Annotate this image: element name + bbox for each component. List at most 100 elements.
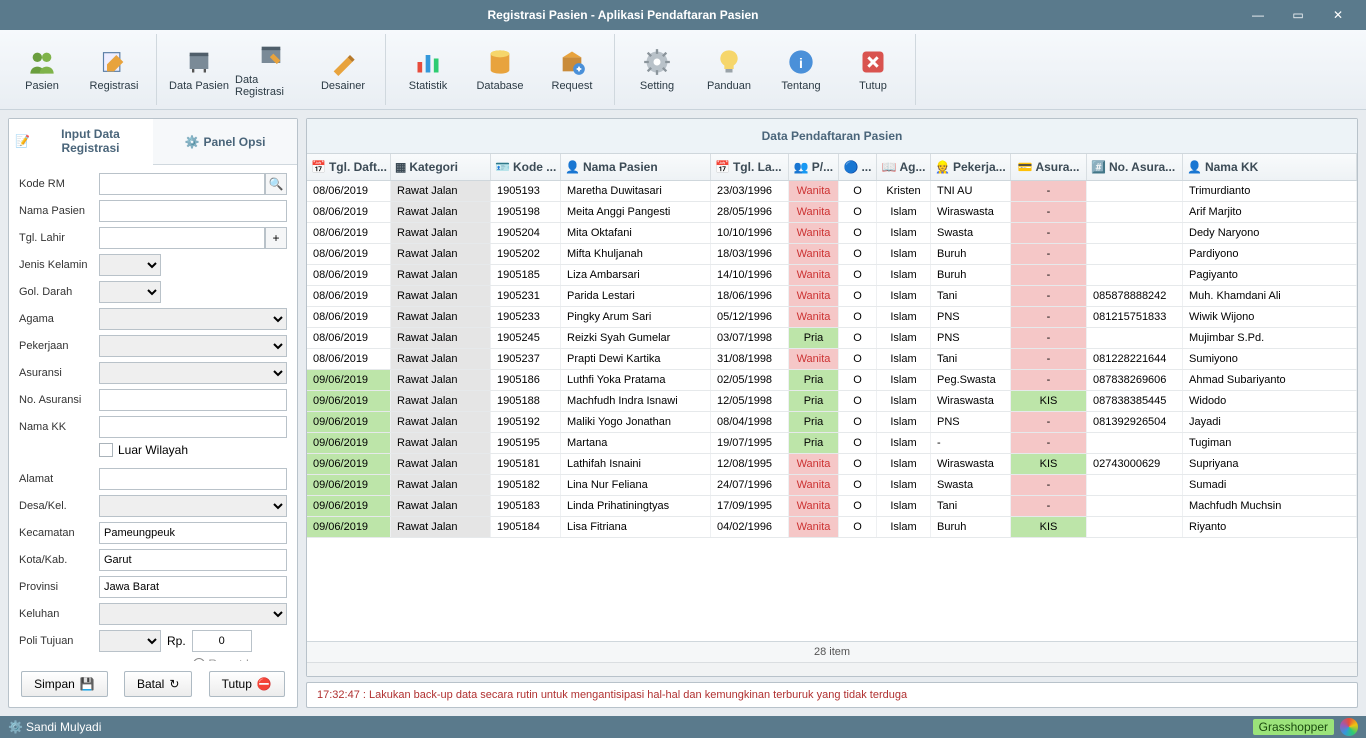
cell-asuransi: - <box>1011 370 1087 390</box>
desa-select[interactable] <box>99 495 287 517</box>
cell-tgl: 08/06/2019 <box>307 244 391 264</box>
tutup-icon <box>859 48 887 76</box>
pekerjaan-select[interactable] <box>99 335 287 357</box>
ribbon-statistik-button[interactable]: Statistik <box>392 34 464 105</box>
cell-pw: Wanita <box>789 496 839 516</box>
minimize-button[interactable]: — <box>1238 8 1278 22</box>
col-gol[interactable]: 🔵... <box>839 154 877 180</box>
message-bar: 17:32:47 : Lakukan back-up data secara r… <box>306 682 1358 708</box>
table-row[interactable]: 09/06/2019Rawat Jalan1905188Machfudh Ind… <box>307 391 1357 412</box>
col-pekerjaan[interactable]: 👷Pekerja... <box>931 154 1011 180</box>
cell-nama: Lathifah Isnaini <box>561 454 711 474</box>
cell-pw: Wanita <box>789 307 839 327</box>
ribbon-database-button[interactable]: Database <box>464 34 536 105</box>
simpan-button[interactable]: Simpan💾 <box>21 671 108 697</box>
cell-nama-kk: Trimurdianto <box>1183 181 1357 201</box>
pasien-icon <box>28 48 56 76</box>
col-nama-pasien[interactable]: 👤Nama Pasien <box>561 154 711 180</box>
desainer-icon <box>329 48 357 76</box>
ribbon-tutup-button[interactable]: Tutup <box>837 34 909 105</box>
cell-pekerjaan: Buruh <box>931 265 1011 285</box>
col-kategori[interactable]: ▦Kategori <box>391 154 491 180</box>
cell-pw: Wanita <box>789 223 839 243</box>
poli-tujuan-select[interactable] <box>99 630 161 652</box>
alamat-field[interactable] <box>99 468 287 490</box>
table-row[interactable]: 08/06/2019Rawat Jalan1905231Parida Lesta… <box>307 286 1357 307</box>
ribbon-request-button[interactable]: Request <box>536 34 608 105</box>
table-row[interactable]: 08/06/2019Rawat Jalan1905245Reizki Syah … <box>307 328 1357 349</box>
cell-agama: Islam <box>877 475 931 495</box>
jenis-kelamin-select[interactable] <box>99 254 161 276</box>
cell-nama: Luthfi Yoka Pratama <box>561 370 711 390</box>
tutup-button[interactable]: Tutup⛔ <box>209 671 285 697</box>
col-agama[interactable]: 📖Ag... <box>877 154 931 180</box>
refresh-icon: ↻ <box>169 677 179 691</box>
col-pw[interactable]: 👥P/... <box>789 154 839 180</box>
ribbon-panduan-button[interactable]: Panduan <box>693 34 765 105</box>
table-row[interactable]: 08/06/2019Rawat Jalan1905237Prapti Dewi … <box>307 349 1357 370</box>
cell-asuransi: KIS <box>1011 454 1087 474</box>
horizontal-scrollbar[interactable] <box>307 662 1357 676</box>
col-asuransi[interactable]: 💳Asura... <box>1011 154 1087 180</box>
table-row[interactable]: 08/06/2019Rawat Jalan1905233Pingky Arum … <box>307 307 1357 328</box>
table-row[interactable]: 09/06/2019Rawat Jalan1905183Linda Prihat… <box>307 496 1357 517</box>
batal-button[interactable]: Batal↻ <box>124 671 192 697</box>
kecamatan-field[interactable] <box>99 522 287 544</box>
agama-select[interactable] <box>99 308 287 330</box>
cell-nama-kk: Dedy Naryono <box>1183 223 1357 243</box>
nama-pasien-field[interactable] <box>99 200 287 222</box>
table-row[interactable]: 09/06/2019Rawat Jalan1905192Maliki Yogo … <box>307 412 1357 433</box>
ribbon-dataregistrasi-button[interactable]: Data Registrasi <box>235 34 307 105</box>
table-row[interactable]: 09/06/2019Rawat Jalan1905195Martana19/07… <box>307 433 1357 454</box>
keluhan-select[interactable] <box>99 603 287 625</box>
asuransi-select[interactable] <box>99 362 287 384</box>
grid-body[interactable]: 08/06/2019Rawat Jalan1905193Maretha Duwi… <box>307 181 1357 641</box>
table-row[interactable]: 09/06/2019Rawat Jalan1905182Lina Nur Fel… <box>307 475 1357 496</box>
col-nama-kk[interactable]: 👤Nama KK <box>1183 154 1357 180</box>
table-row[interactable]: 08/06/2019Rawat Jalan1905193Maretha Duwi… <box>307 181 1357 202</box>
luar-wilayah-checkbox[interactable] <box>99 443 113 457</box>
nama-kk-field[interactable] <box>99 416 287 438</box>
cell-nama-kk: Sumadi <box>1183 475 1357 495</box>
cell-kode: 1905204 <box>491 223 561 243</box>
maximize-button[interactable]: ▭ <box>1278 8 1318 22</box>
ribbon: PasienRegistrasiData PasienData Registra… <box>0 30 1366 110</box>
col-kode[interactable]: 🪪Kode ... <box>491 154 561 180</box>
col-tgl-lahir[interactable]: 📅Tgl. La... <box>711 154 789 180</box>
table-row[interactable]: 09/06/2019Rawat Jalan1905186Luthfi Yoka … <box>307 370 1357 391</box>
rp-field[interactable] <box>192 630 252 652</box>
table-row[interactable]: 08/06/2019Rawat Jalan1905185Liza Ambarsa… <box>307 265 1357 286</box>
provinsi-field[interactable] <box>99 576 287 598</box>
label-jk: Jenis Kelamin <box>19 259 99 271</box>
table-row[interactable]: 08/06/2019Rawat Jalan1905198Meita Anggi … <box>307 202 1357 223</box>
cell-kode: 1905188 <box>491 391 561 411</box>
registration-form: Kode RM🔍 Nama Pasien Tgl. Lahir+ Jenis K… <box>9 165 297 661</box>
cell-nama: Lisa Fitriana <box>561 517 711 537</box>
search-kode-rm-button[interactable]: 🔍 <box>265 173 287 195</box>
table-row[interactable]: 09/06/2019Rawat Jalan1905184Lisa Fitrian… <box>307 517 1357 538</box>
col-no-asuransi[interactable]: #️⃣No. Asura... <box>1087 154 1183 180</box>
cell-agama: Kristen <box>877 181 931 201</box>
tab-panel-opsi[interactable]: ⚙️ Panel Opsi <box>153 119 297 164</box>
kode-rm-field[interactable] <box>99 173 265 195</box>
ribbon-desainer-button[interactable]: Desainer <box>307 34 379 105</box>
ribbon-tentang-button[interactable]: iTentang <box>765 34 837 105</box>
table-row[interactable]: 08/06/2019Rawat Jalan1905202Mifta Khulja… <box>307 244 1357 265</box>
tab-input-registrasi[interactable]: 📝 Input Data Registrasi <box>9 119 153 165</box>
no-asuransi-field[interactable] <box>99 389 287 411</box>
table-row[interactable]: 08/06/2019Rawat Jalan1905204Mita Oktafan… <box>307 223 1357 244</box>
gol-darah-select[interactable] <box>99 281 161 303</box>
table-row[interactable]: 09/06/2019Rawat Jalan1905181Lathifah Isn… <box>307 454 1357 475</box>
cell-asuransi: - <box>1011 496 1087 516</box>
ribbon-setting-button[interactable]: Setting <box>621 34 693 105</box>
ribbon-datapasien-button[interactable]: Data Pasien <box>163 34 235 105</box>
cell-nama: Linda Prihatiningtyas <box>561 496 711 516</box>
tgl-lahir-field[interactable] <box>99 227 265 249</box>
kota-field[interactable] <box>99 549 287 571</box>
col-tgl-daftar[interactable]: 📅Tgl. Daft... <box>307 154 391 180</box>
ribbon-registrasi-button[interactable]: Registrasi <box>78 34 150 105</box>
tgl-lahir-picker-button[interactable]: + <box>265 227 287 249</box>
close-button[interactable]: ✕ <box>1318 8 1358 22</box>
ribbon-pasien-button[interactable]: Pasien <box>6 34 78 105</box>
cell-agama: Islam <box>877 328 931 348</box>
